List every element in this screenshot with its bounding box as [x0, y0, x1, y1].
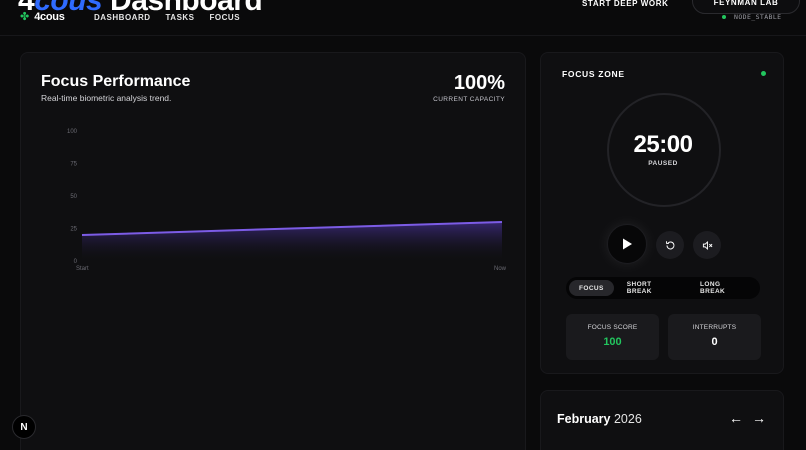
interrupts-stat: INTERRUPTS 0 — [668, 314, 761, 360]
y-tick-label: 0 — [74, 259, 78, 265]
x-tick-label: Now — [494, 266, 507, 272]
top-header: 4cous Dashboard ✤ 4cous DASHBOARD TASKS … — [0, 0, 806, 36]
y-tick-label: 25 — [70, 227, 77, 233]
timer-mode-selector: FOCUS SHORT BREAK LONG BREAK — [566, 277, 760, 299]
brand-logo[interactable]: ✤ 4cous — [20, 11, 65, 23]
play-icon — [623, 238, 632, 250]
mute-icon — [702, 240, 712, 250]
nav-tasks[interactable]: TASKS — [166, 13, 195, 22]
focus-score-value: 100 — [603, 336, 622, 348]
nav-focus[interactable]: FOCUS — [210, 13, 241, 22]
start-deep-work-button[interactable]: START DEEP WORK — [582, 0, 668, 8]
focus-zone-status-dot — [761, 71, 766, 76]
timer-display: 25:00 — [633, 131, 693, 158]
x-tick-label: Start — [76, 266, 89, 272]
calendar-year: 2026 — [613, 412, 642, 426]
reset-icon — [665, 240, 674, 249]
feynman-lab-button[interactable]: FEYNMAN LAB — [692, 0, 800, 14]
dev-badge[interactable]: N — [12, 415, 36, 439]
node-status: NODE_STABLE — [722, 13, 781, 21]
focus-zone-title: FOCUS ZONE — [562, 69, 625, 79]
focus-performance-card: Focus Performance Real-time biometric an… — [20, 52, 526, 450]
y-tick-label: 75 — [70, 162, 77, 168]
nav-dashboard[interactable]: DASHBOARD — [94, 13, 151, 22]
status-dot — [722, 15, 726, 19]
calendar-next-button[interactable]: → — [752, 410, 766, 426]
node-status-label: NODE_STABLE — [734, 13, 782, 21]
calendar-prev-button[interactable]: ← — [729, 410, 743, 426]
interrupts-label: INTERRUPTS — [692, 324, 737, 331]
clover-icon: ✤ — [20, 10, 30, 23]
calendar-card: February 2026 ← → — [540, 390, 784, 450]
calendar-month-title: February 2026 — [557, 412, 642, 426]
mode-long-break[interactable]: LONG BREAK — [690, 280, 757, 296]
brand-name: 4cous — [34, 11, 65, 23]
interrupts-value: 0 — [711, 336, 718, 348]
mode-focus[interactable]: FOCUS — [569, 280, 614, 296]
main-nav: DASHBOARD TASKS FOCUS — [94, 13, 240, 22]
timer-state: PAUSED — [648, 160, 678, 167]
performance-chart: 100 75 50 25 0Start Now — [67, 129, 507, 272]
y-tick-label: 100 — [67, 129, 78, 135]
focus-zone-card: FOCUS ZONE 25:00 PAUSED FOCUS SHORT BREA… — [540, 52, 784, 374]
y-tick-label: 50 — [70, 194, 77, 200]
focus-score-label: FOCUS SCORE — [587, 324, 638, 331]
calendar-month: February — [557, 412, 611, 426]
mode-short-break[interactable]: SHORT BREAK — [617, 280, 688, 296]
reset-button[interactable] — [656, 231, 684, 259]
mute-button[interactable] — [693, 231, 721, 259]
focus-score-stat: FOCUS SCORE 100 — [566, 314, 659, 360]
play-button[interactable] — [607, 224, 647, 264]
